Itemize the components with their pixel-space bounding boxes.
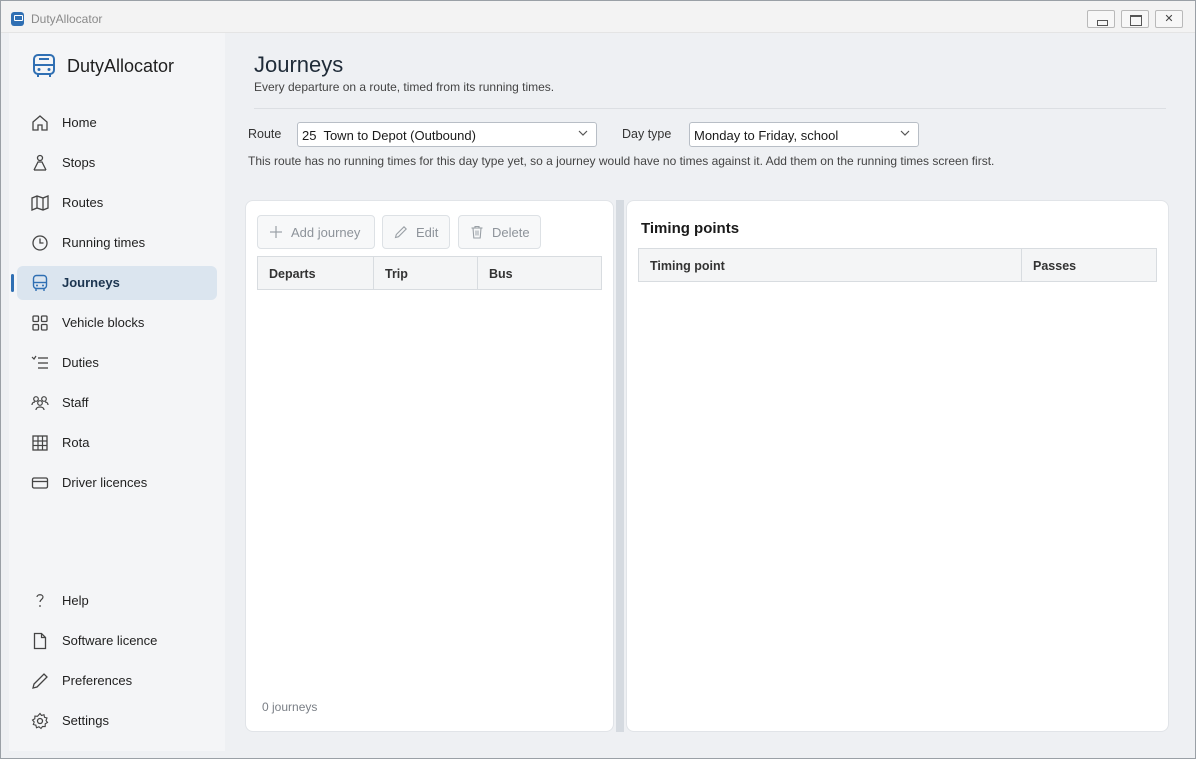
sidebar-item-rota[interactable]: Rota (17, 426, 217, 460)
question-icon (36, 594, 44, 607)
bus-stop-icon (33, 154, 47, 171)
trash-icon (471, 225, 483, 239)
app-window: DutyAllocator ✕ DutyAllocator Home Stops (0, 0, 1196, 759)
bus-icon (32, 274, 48, 291)
sidebar-item-label: Preferences (62, 673, 133, 688)
sidebar-item-label: Driver licences (62, 475, 148, 490)
panel-splitter[interactable] (616, 200, 624, 732)
sidebar-item-label: Settings (62, 713, 109, 728)
grid-icon (32, 315, 48, 331)
divider (254, 108, 1166, 109)
column-header-passes[interactable]: Passes (1022, 249, 1156, 281)
sidebar-item-label: Vehicle blocks (62, 315, 145, 330)
sidebar-item-label: Home (62, 115, 97, 130)
sidebar-item-help[interactable]: Help (17, 584, 217, 618)
journey-count: 0 journeys (262, 700, 318, 714)
sidebar-item-label: Running times (62, 235, 146, 250)
day-type-select-value: Monday to Friday, school (694, 128, 839, 143)
sidebar-item-driver-licences[interactable]: Driver licences (17, 466, 217, 500)
window-title: DutyAllocator (31, 12, 103, 26)
delete-button[interactable]: Delete (458, 215, 541, 249)
add-journey-label: Add journey (291, 225, 361, 240)
sidebar-item-software-licence[interactable]: Software licence (17, 624, 217, 658)
sidebar-item-label: Duties (62, 355, 99, 370)
notice-text: This route has no running times for this… (248, 154, 995, 168)
edit-label: Edit (416, 225, 439, 240)
list-icon (31, 355, 48, 369)
journeys-table-header: Departs Trip Bus (257, 256, 602, 290)
day-type-label: Day type (622, 127, 672, 141)
chevron-down-icon (900, 130, 910, 136)
timing-points-table-header: Timing point Passes (638, 248, 1157, 282)
journeys-panel: Add journey Edit Delete Departs Trip Bus… (245, 200, 614, 732)
edit-button[interactable]: Edit (382, 215, 450, 249)
sidebar-item-routes[interactable]: Routes (17, 186, 217, 220)
sidebar-item-vehicle-blocks[interactable]: Vehicle blocks (17, 306, 217, 340)
close-button[interactable]: ✕ (1155, 10, 1183, 28)
active-indicator (11, 274, 14, 292)
column-header-departs[interactable]: Departs (258, 257, 374, 289)
plus-icon (270, 226, 282, 238)
timing-points-title: Timing points (641, 220, 740, 237)
document-icon (33, 632, 47, 650)
card-icon (31, 477, 49, 489)
chevron-down-icon (578, 130, 588, 136)
sidebar-item-label: Help (62, 593, 89, 608)
sidebar-item-label: Software licence (62, 633, 158, 648)
sidebar-item-label: Stops (62, 155, 96, 170)
sidebar-item-stops[interactable]: Stops (17, 146, 217, 180)
title-bar: DutyAllocator ✕ (1, 1, 1195, 33)
route-label: Route (248, 127, 282, 141)
clock-icon (32, 235, 48, 251)
sidebar-item-running-times[interactable]: Running times (17, 226, 217, 260)
page-title: Journeys (254, 52, 344, 77)
day-type-select[interactable]: Monday to Friday, school (689, 122, 919, 147)
sidebar-item-label: Routes (62, 195, 104, 210)
sidebar-item-label: Rota (62, 435, 90, 450)
page-subtitle: Every departure on a route, timed from i… (254, 80, 555, 94)
sidebar-item-staff[interactable]: Staff (17, 386, 217, 420)
column-header-trip[interactable]: Trip (374, 257, 478, 289)
timing-points-panel: Timing points Timing point Passes (626, 200, 1169, 732)
sidebar-item-label: Journeys (62, 275, 120, 290)
delete-label: Delete (492, 225, 530, 240)
pencil-icon (394, 226, 407, 239)
map-icon (31, 195, 49, 211)
sidebar-item-home[interactable]: Home (17, 106, 217, 140)
maximize-button[interactable] (1121, 10, 1149, 28)
main-content: Journeys Every departure on a route, tim… (225, 33, 1195, 751)
gear-icon (31, 712, 49, 730)
app-icon (11, 12, 24, 26)
sidebar-item-label: Staff (62, 395, 89, 410)
table-icon (32, 435, 48, 451)
column-header-timing-point[interactable]: Timing point (639, 249, 1022, 281)
pen-icon (32, 673, 48, 689)
sidebar-item-journeys[interactable]: Journeys (11, 266, 217, 300)
bus-logo-icon (33, 54, 55, 77)
add-journey-button[interactable]: Add journey (257, 215, 375, 249)
route-select[interactable]: 25 Town to Depot (Outbound) (297, 122, 597, 147)
brand-name: DutyAllocator (67, 56, 175, 76)
sidebar-item-settings[interactable]: Settings (17, 704, 217, 738)
home-icon (32, 115, 48, 131)
sidebar-item-preferences[interactable]: Preferences (17, 664, 217, 698)
minimize-button[interactable] (1087, 10, 1115, 28)
sidebar: DutyAllocator Home Stops Routes Running … (9, 33, 225, 751)
column-header-bus[interactable]: Bus (478, 257, 601, 289)
route-select-value: 25 Town to Depot (Outbound) (302, 128, 476, 143)
people-icon (31, 396, 49, 411)
sidebar-item-duties[interactable]: Duties (17, 346, 217, 380)
